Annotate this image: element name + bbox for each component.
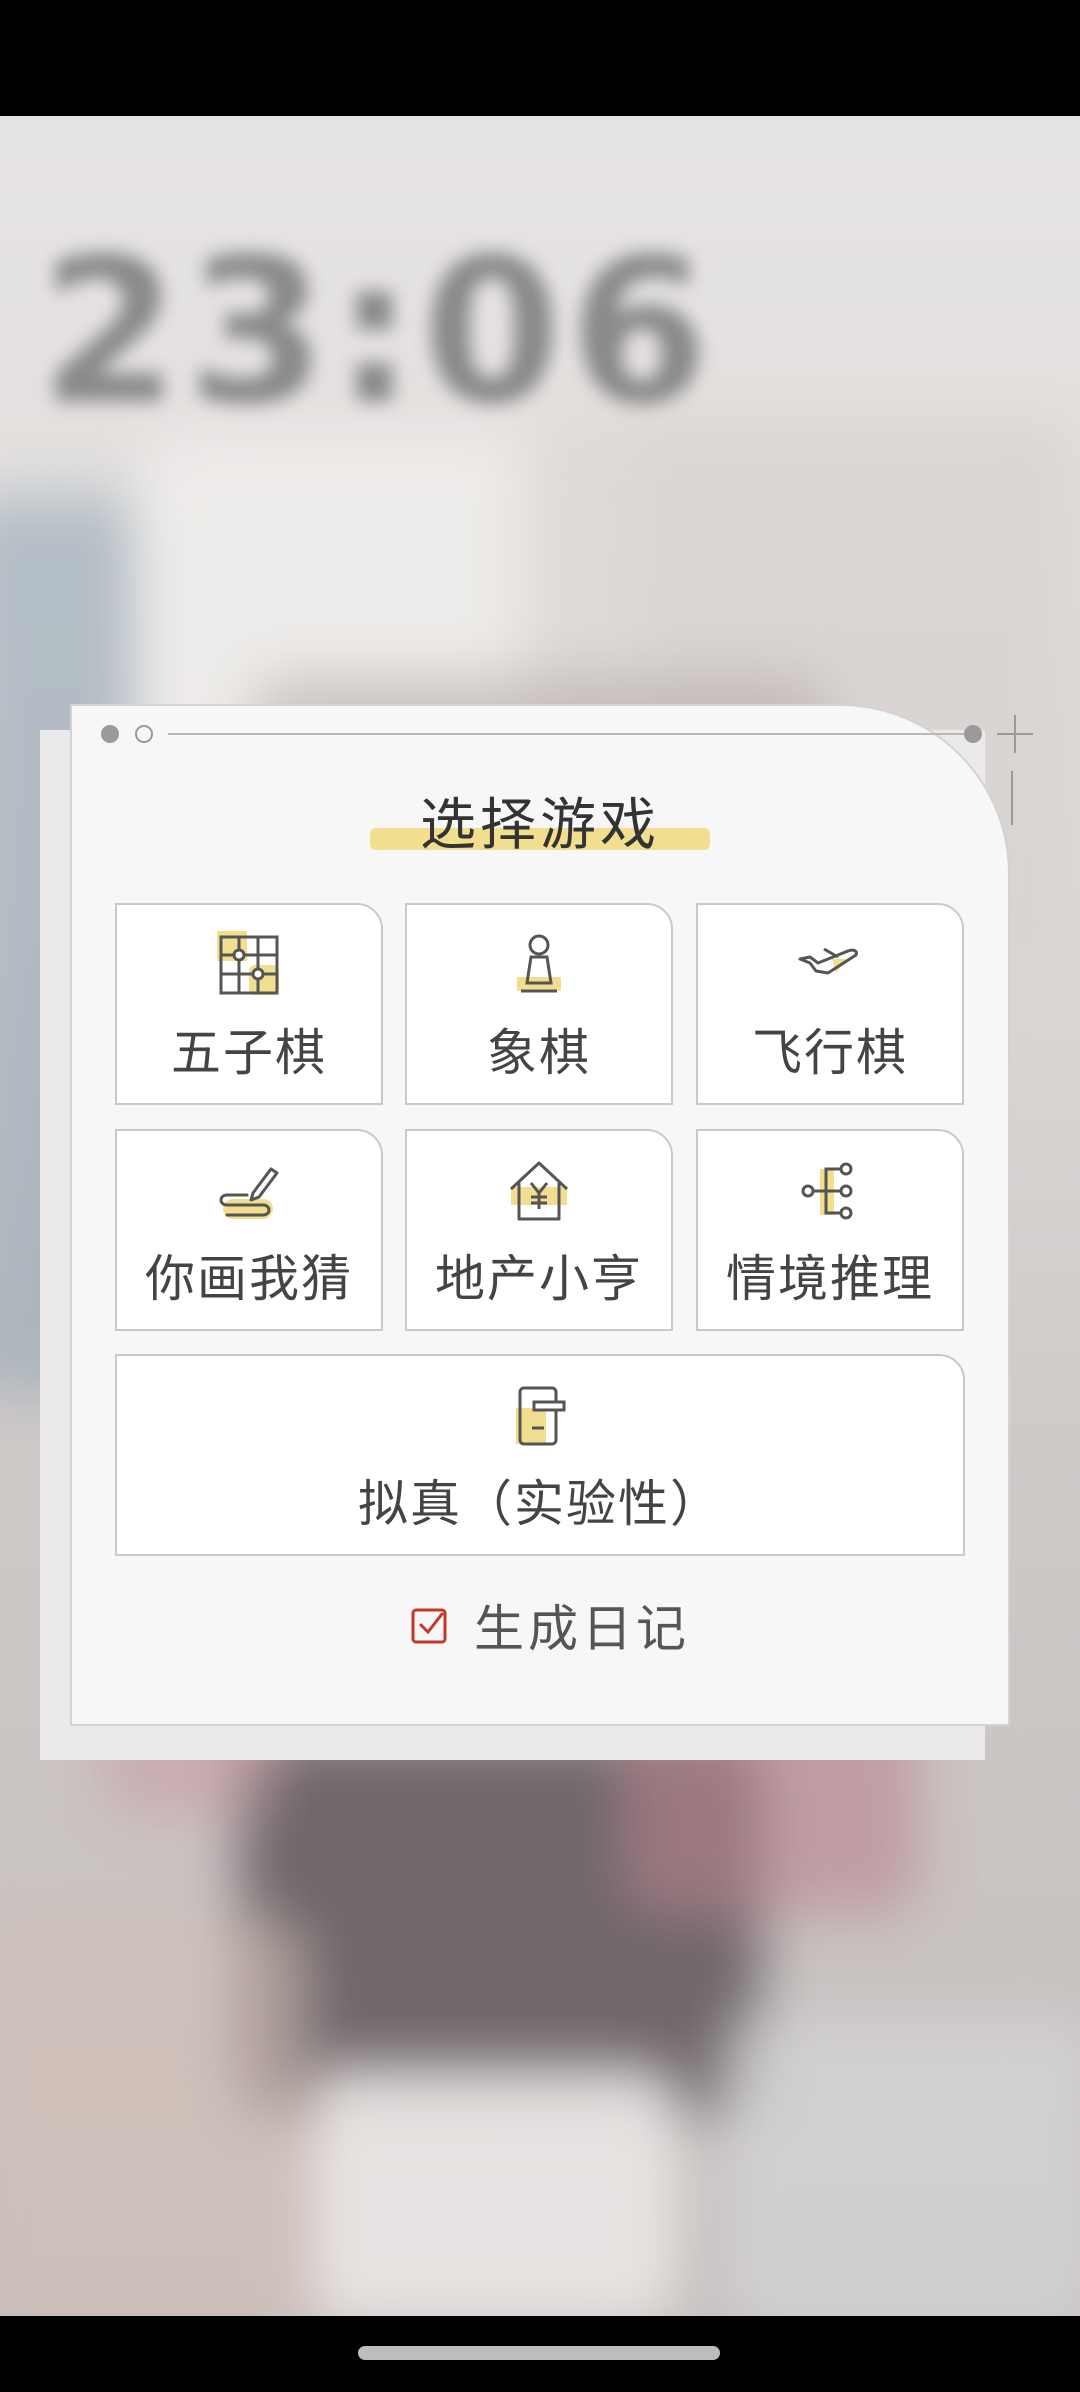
game-tile-ludo[interactable]: 飞行棋 — [696, 903, 964, 1105]
reasoning-tree-icon — [801, 1162, 853, 1220]
decor-crosshair — [997, 715, 1033, 825]
game-label: 你画我猜 — [145, 1250, 353, 1308]
gomoku-board-icon — [217, 931, 279, 995]
game-tile-gomoku[interactable]: 五子棋 — [115, 903, 383, 1105]
decor-dot-right — [964, 725, 982, 743]
decor-line — [168, 733, 968, 735]
game-tile-simulation-experimental[interactable]: 拟真（实验性） — [115, 1354, 965, 1556]
dialog-title-wrap: 选择游戏 — [370, 780, 710, 860]
game-label: 拟真（实验性） — [358, 1475, 722, 1533]
decor-dot-filled — [101, 725, 119, 743]
game-label: 飞行棋 — [752, 1024, 908, 1082]
game-label: 情境推理 — [726, 1250, 934, 1308]
game-label: 五子棋 — [171, 1024, 327, 1082]
pencil-draw-icon — [219, 1167, 279, 1219]
chess-pawn-icon — [517, 934, 561, 993]
blurred-clock: 23:06 — [40, 216, 717, 449]
generate-diary-label: 生成日记 — [474, 1600, 690, 1658]
game-tile-scenario-reasoning[interactable]: 情境推理 — [696, 1129, 964, 1331]
airplane-icon — [798, 947, 858, 975]
dialog-title: 选择游戏 — [420, 793, 660, 858]
decor-dot-empty — [135, 725, 153, 743]
game-tile-draw-guess[interactable]: 你画我猜 — [115, 1129, 383, 1331]
generate-diary-option[interactable]: 生成日记 — [410, 1590, 690, 1660]
game-label: 象棋 — [487, 1024, 591, 1082]
home-gesture-handle[interactable] — [358, 2346, 720, 2360]
checkbox-checked-icon[interactable] — [410, 1605, 450, 1645]
game-tile-chess[interactable]: 象棋 — [405, 903, 673, 1105]
property-house-icon — [509, 1161, 569, 1221]
game-tile-monopoly[interactable]: 地产小亨 — [405, 1129, 673, 1331]
door-handle-icon — [516, 1386, 566, 1446]
game-label: 地产小亨 — [435, 1250, 643, 1308]
